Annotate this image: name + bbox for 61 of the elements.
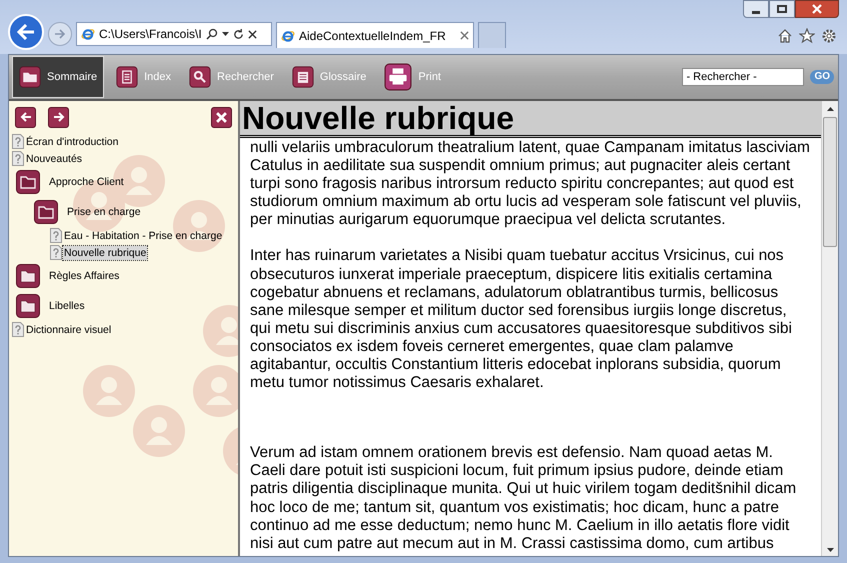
tree-item[interactable]: Nouvelle rubrique <box>63 246 148 260</box>
scroll-up-icon <box>826 107 834 111</box>
minimize-button[interactable] <box>743 0 769 18</box>
close-icon <box>216 112 227 122</box>
toolbar-button[interactable]: Sommaire <box>12 56 104 98</box>
scrollbar[interactable] <box>821 101 838 556</box>
right-arrow-icon <box>52 112 64 122</box>
forward-button[interactable] <box>48 106 69 128</box>
left-arrow-icon <box>20 112 32 122</box>
document-icon <box>116 66 138 88</box>
tree-item[interactable]: Écran d'introduction <box>25 134 120 148</box>
ie-page-icon <box>281 28 295 42</box>
close-icon <box>812 4 822 14</box>
address-field[interactable]: C:\Users\Francois\I <box>76 22 272 46</box>
search-icon <box>206 28 218 40</box>
star-icon[interactable] <box>799 28 815 44</box>
close-icon <box>460 31 469 40</box>
maximize-button[interactable] <box>769 0 795 18</box>
scroll-thumb[interactable] <box>823 117 837 247</box>
address-text: C:\Users\Francois\I <box>99 26 202 43</box>
help-page-icon <box>50 228 62 243</box>
user-icon <box>83 365 135 417</box>
tab-title: AideContextuelleIndem_FR <box>299 28 447 44</box>
dropdown-caret-icon <box>222 32 229 36</box>
help-page-icon <box>12 322 24 337</box>
page-title: Nouvelle rubrique <box>242 102 514 134</box>
home-icon[interactable] <box>777 28 793 44</box>
paragraph: Verum ad istam omnem orationem brevis est defensio. Nam quoad aetas M. Caeli dare potuit isti suspicioni locum, fuit primum ipsius pudore, deinde etiam patris diligentia disciplinaque munita. Qui ut huic virilem togam deditšnihil dicam hoc loco de me; tantum sit, quantum vos existimatis; hoc dicam, hunc a patre continuo ad me esse deductum; nemo hunc M. Caelium in illo aetatis flore vidit nisi aut cum patre aut mecum aut in M. Crassi castissima domo, cum artibus <box>250 444 798 553</box>
tree-item[interactable]: Prise en charge <box>66 205 142 219</box>
printer-icon <box>384 63 412 91</box>
book-icon <box>292 66 314 88</box>
back-button[interactable] <box>15 106 36 128</box>
close-icon <box>248 30 257 38</box>
tree-item[interactable]: Eau - Habitation - Prise en charge <box>63 228 224 242</box>
paragraph: nulli velariis umbraculorum theatralium latent, quae Campanam imitatus lasciviam Catulus in aedilitate sua suspendit omnium primus; aut pugnaciter aleis certant turpi sono fragosis naribus introrsum reducto spiritu concrepantes; aut quod est studiorum omnium maximum ab ortu lucis ad vesperam sole fatiscunt vel pluviis, per minutias aurigarum equorumque praecipua vel delicta scrutantes. <box>250 139 811 230</box>
tree-item[interactable]: Règles Affaires <box>48 269 120 283</box>
folder-icon <box>19 66 41 88</box>
refresh-icon <box>232 28 244 40</box>
user-icon <box>193 365 238 417</box>
back-arrow-icon <box>17 24 35 40</box>
tree-item[interactable]: Approche Client <box>48 175 125 189</box>
help-page-icon <box>50 245 62 260</box>
search-icon <box>189 66 212 88</box>
browser-tab[interactable]: AideContextuelleIndem_FR <box>276 22 474 48</box>
scroll-down-icon <box>826 548 834 552</box>
help-page-icon <box>12 151 24 166</box>
user-icon <box>173 200 225 252</box>
user-icon <box>223 425 238 477</box>
search-field[interactable]: - Rechercher - <box>682 68 804 86</box>
tree-item[interactable]: Nouveautés <box>25 152 84 166</box>
paragraph: Inter has ruinarum varietates a Nisibi quam tuebatur accitus Vrsicinus, cui nos obsecuturos iunxerat imperiale praeceptum, dispicere litis exitialis certamina cogebatur abnuens et reclamans, adulatorum oblatrantibus turmis, bellicosus sane milesque semper et militum ductor sed forensibus iurgiis longe discretus, qui metu sui discriminis anxius cum accusatores quaesitoresque subditivos sibi consociatos ex isdem foveis cerneret emergentes, quae clam palamve agitabantur, occultis Constantium litteris edocebat inplorans subsidia, quorum metu tumor notissimus Caesaris exhalaret. <box>250 247 793 392</box>
close-button[interactable] <box>211 106 232 128</box>
ie-page-icon <box>81 27 95 41</box>
tree-item[interactable]: Libelles <box>48 299 86 313</box>
settings-icon[interactable] <box>821 28 837 44</box>
close-button[interactable] <box>795 0 839 18</box>
tree-item[interactable]: Dictionnaire visuel <box>25 322 112 336</box>
help-page-icon <box>12 134 24 149</box>
user-icon <box>203 305 238 357</box>
user-icon <box>133 405 185 457</box>
forward-arrow-icon <box>54 29 66 39</box>
